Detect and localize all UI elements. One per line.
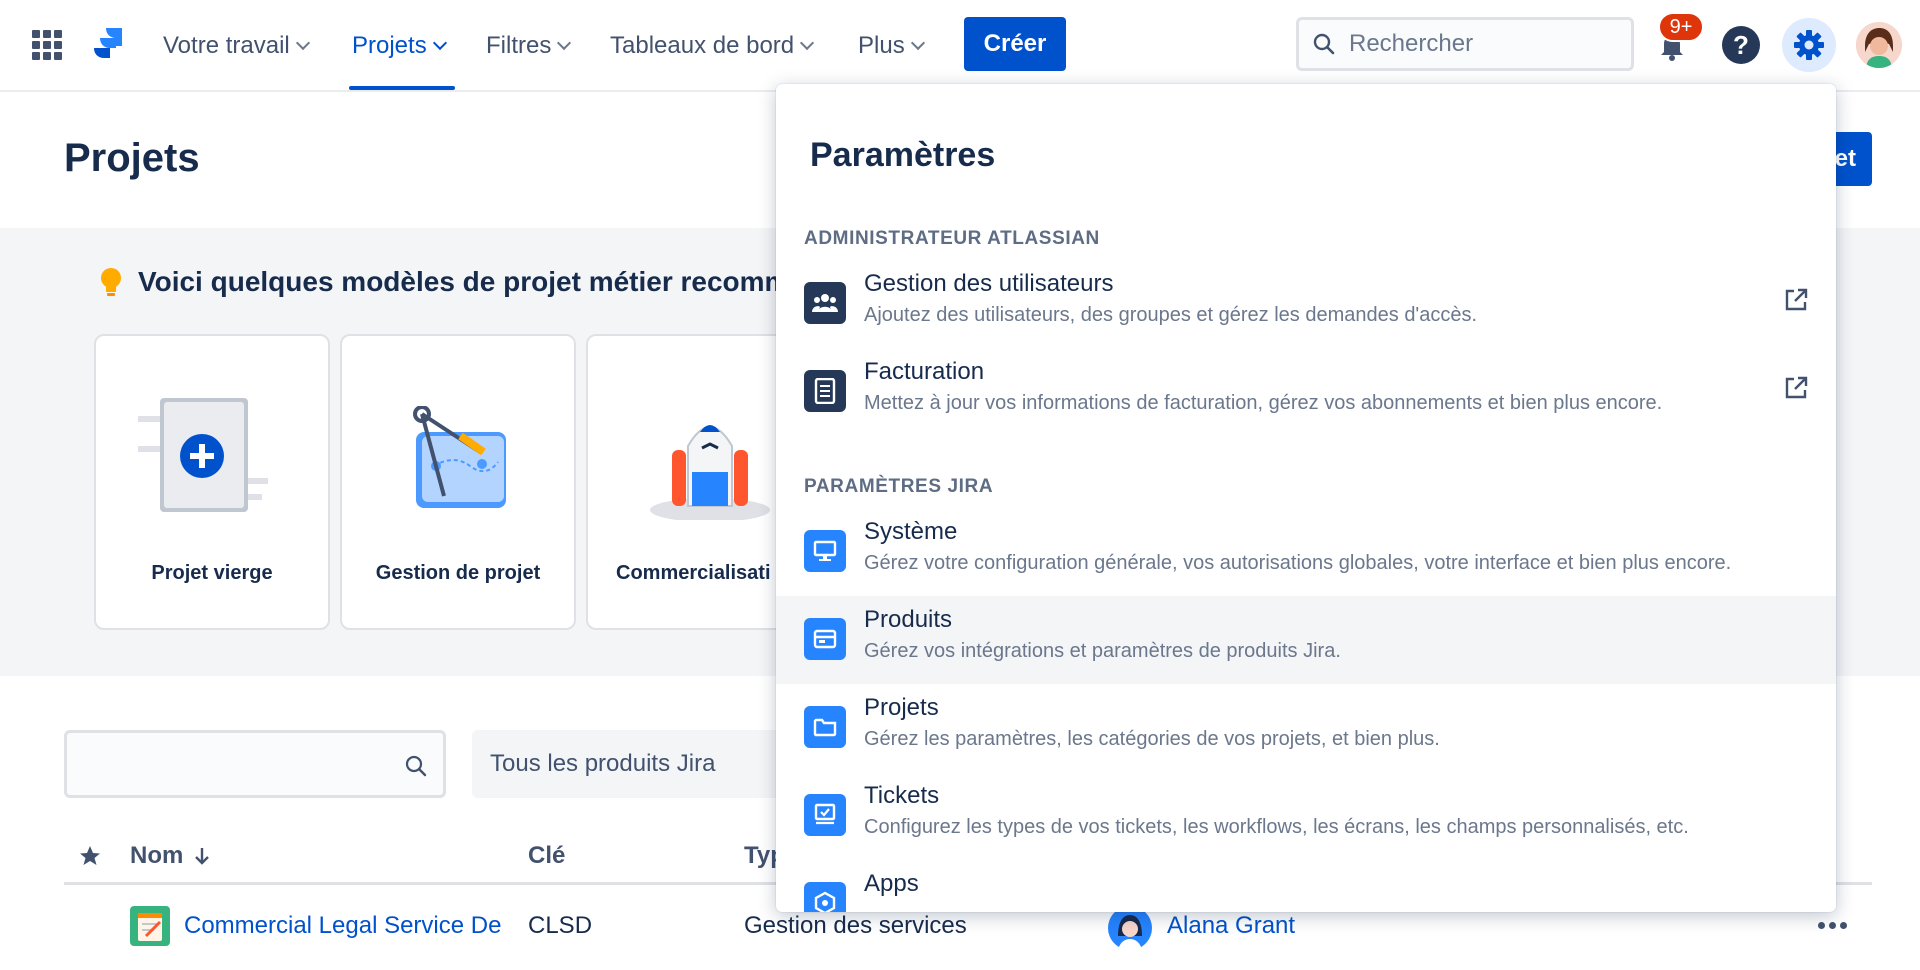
- external-link-icon: [1785, 376, 1808, 399]
- menu-item-name: Produits: [864, 606, 953, 633]
- menu-item-description: Gérez votre configuration générale, vos …: [864, 552, 1732, 574]
- menu-item-apps[interactable]: Apps: [776, 860, 1836, 912]
- menu-item-description: Gérez vos intégrations et paramètres de …: [864, 640, 1341, 662]
- menu-item-tickets[interactable]: Tickets Configurez les types de vos tick…: [776, 772, 1836, 860]
- search-box[interactable]: [1296, 17, 1634, 71]
- user-avatar-image: [1856, 22, 1902, 68]
- products-icon: [804, 618, 846, 660]
- template-card-marketing[interactable]: Commercialisati: [586, 334, 776, 630]
- nav-projects-label: Projets: [352, 32, 427, 59]
- menu-item-name: Apps: [864, 870, 919, 897]
- blank-project-icon: [138, 398, 268, 512]
- search-icon: [1313, 33, 1335, 55]
- template-card-blank[interactable]: Projet vierge: [94, 334, 330, 630]
- external-link-icon: [1785, 288, 1808, 311]
- apps-icon: [804, 882, 846, 912]
- monitor-icon: [804, 530, 846, 572]
- page-title: Projets: [64, 136, 200, 180]
- template-card-label: Projet vierge: [151, 562, 273, 584]
- menu-item-description: Mettez à jour vos informations de factur…: [864, 392, 1663, 414]
- compass-map-icon: [413, 406, 506, 508]
- folder-icon: [804, 706, 846, 748]
- product-filter-select[interactable]: Tous les produits Jira: [472, 730, 792, 798]
- search-input[interactable]: [1349, 30, 1589, 58]
- menu-item-name: Système: [864, 518, 958, 545]
- jira-logo-icon[interactable]: [86, 26, 126, 64]
- product-filter-value: Tous les produits Jira: [490, 750, 716, 777]
- menu-item-name: Tickets: [864, 782, 940, 809]
- column-header-key[interactable]: Clé: [528, 842, 565, 870]
- gear-icon: [1794, 30, 1824, 60]
- nav-more-label: Plus: [858, 32, 905, 59]
- nav-your-work[interactable]: Votre travail: [163, 26, 310, 66]
- chevron-down-icon: [910, 35, 925, 51]
- more-actions-icon[interactable]: [1818, 922, 1847, 929]
- project-name-link[interactable]: Commercial Legal Service De: [184, 912, 502, 940]
- lead-avatar: [1108, 906, 1152, 950]
- chevron-down-icon: [295, 35, 310, 51]
- section-heading-atlassian-admin: ADMINISTRATEUR ATLASSIAN: [804, 228, 1100, 249]
- nav-filters-label: Filtres: [486, 32, 552, 59]
- menu-item-billing[interactable]: Facturation Mettez à jour vos informatio…: [776, 348, 1836, 436]
- menu-item-products[interactable]: Produits Gérez vos intégrations et param…: [776, 596, 1836, 684]
- active-nav-indicator: [349, 86, 455, 90]
- sort-arrow-down-icon: [195, 848, 210, 865]
- billing-icon: [804, 370, 846, 412]
- nav-filters[interactable]: Filtres: [486, 26, 572, 66]
- rocket-icon: [650, 425, 770, 520]
- notifications-badge: 9+: [1658, 12, 1704, 42]
- nav-dashboards-label: Tableaux de bord: [610, 32, 795, 59]
- column-header-name[interactable]: Nom: [130, 842, 211, 870]
- menu-item-name: Projets: [864, 694, 939, 721]
- nav-more[interactable]: Plus: [858, 26, 925, 66]
- menu-item-system[interactable]: Système Gérez votre configuration généra…: [776, 508, 1836, 596]
- settings-dropdown: Paramètres ADMINISTRATEUR ATLASSIAN Gest…: [776, 84, 1836, 912]
- chevron-down-icon: [557, 35, 572, 51]
- menu-item-name: Facturation: [864, 358, 985, 385]
- template-card-project-management[interactable]: Gestion de projet: [340, 334, 576, 630]
- template-card-label: Commercialisati: [616, 562, 771, 584]
- template-card-label: Gestion de projet: [375, 562, 541, 584]
- menu-item-description: Gérez les paramètres, les catégories de …: [864, 728, 1440, 750]
- project-lead-link[interactable]: Alana Grant: [1167, 912, 1295, 940]
- menu-item-projects[interactable]: Projets Gérez les paramètres, les catégo…: [776, 684, 1836, 772]
- nav-projects[interactable]: Projets: [352, 26, 447, 66]
- nav-your-work-label: Votre travail: [163, 32, 290, 59]
- project-search-input[interactable]: [64, 730, 446, 798]
- section-heading-jira-settings: PARAMÈTRES JIRA: [804, 476, 994, 497]
- project-type: Gestion des services: [744, 912, 967, 939]
- chevron-down-icon: [800, 35, 815, 51]
- lightbulb-icon: [101, 268, 121, 296]
- chevron-down-icon: [432, 35, 447, 51]
- project-notepad-icon: [130, 906, 170, 946]
- settings-gear-button[interactable]: [1782, 18, 1836, 72]
- create-button[interactable]: Créer: [964, 17, 1066, 71]
- help-icon[interactable]: ?: [1722, 26, 1760, 64]
- users-icon: [804, 282, 846, 324]
- search-icon: [405, 755, 427, 777]
- user-avatar[interactable]: [1856, 22, 1902, 68]
- top-navigation: Votre travail Projets Filtres Tableaux d…: [0, 0, 1920, 92]
- menu-item-description: Configurez les types de vos tickets, les…: [864, 816, 1689, 838]
- app-switcher-icon[interactable]: [32, 30, 62, 60]
- project-key: CLSD: [528, 912, 593, 939]
- menu-item-name: Gestion des utilisateurs: [864, 270, 1114, 297]
- nav-dashboards[interactable]: Tableaux de bord: [610, 26, 815, 66]
- tickets-icon: [804, 794, 846, 836]
- column-header-name-label: Nom: [130, 842, 184, 869]
- templates-heading: Voici quelques modèles de projet métier …: [138, 266, 816, 297]
- menu-item-user-management[interactable]: Gestion des utilisateurs Ajoutez des uti…: [776, 260, 1836, 348]
- menu-item-description: Ajoutez des utilisateurs, des groupes et…: [864, 304, 1478, 326]
- star-icon[interactable]: [78, 844, 102, 868]
- dropdown-title: Paramètres: [810, 136, 996, 174]
